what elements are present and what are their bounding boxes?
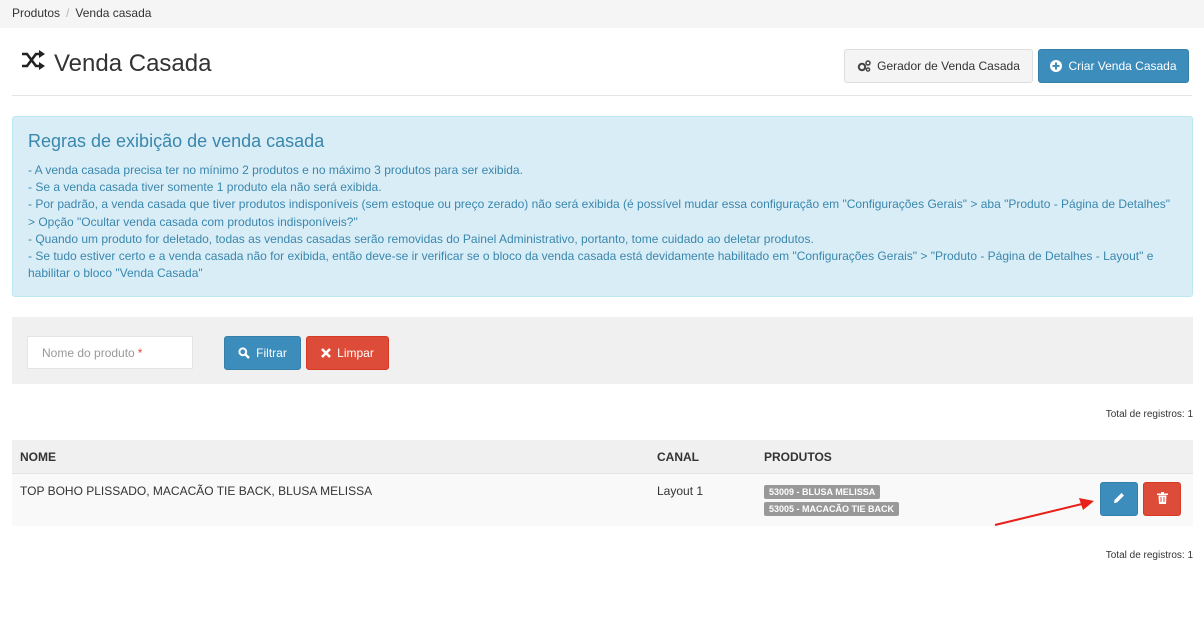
product-label: 53009 - BLUSA MELISSA	[764, 485, 881, 499]
total-records-bottom: Total de registros: 1	[1105, 550, 1193, 561]
breadcrumb: Produtos / Venda casada	[0, 0, 1204, 28]
product-label: 53005 - MACACÃO TIE BACK	[764, 502, 900, 516]
total-records-top: Total de registros: 1	[1105, 409, 1193, 420]
rules-info-line: - Se a venda casada tiver somente 1 prod…	[28, 180, 382, 195]
filter-button[interactable]: Filtrar	[224, 336, 301, 370]
criar-venda-casada-button[interactable]: Criar Venda Casada	[1038, 49, 1189, 83]
column-header-canal: CANAL	[657, 450, 699, 464]
row-produtos: 53009 - BLUSA MELISSA 53005 - MACACÃO TI…	[764, 485, 900, 519]
cogs-icon	[857, 60, 871, 72]
annotation-arrow	[994, 498, 1094, 526]
column-header-produtos: PRODUTOS	[764, 450, 832, 464]
clear-button[interactable]: Limpar	[306, 336, 389, 370]
plus-circle-icon	[1050, 60, 1063, 72]
breadcrumb-separator: /	[66, 6, 70, 20]
gerador-venda-casada-button[interactable]: Gerador de Venda Casada	[844, 49, 1033, 83]
criar-venda-casada-label: Criar Venda Casada	[1068, 59, 1177, 73]
breadcrumb-item-current: Venda casada	[75, 6, 152, 20]
shuffle-icon	[20, 49, 54, 78]
column-header-nome: NOME	[20, 450, 56, 464]
search-icon	[238, 347, 251, 359]
filter-button-label: Filtrar	[256, 346, 287, 360]
product-name-placeholder: Nome do produto	[42, 345, 135, 360]
product-name-input[interactable]: Nome do produto *	[27, 336, 193, 369]
page-title-text: Venda Casada	[54, 49, 212, 77]
rules-info-callout: Regras de exibição de venda casada - A v…	[12, 116, 1193, 297]
rules-info-line: - A venda casada precisa ter no mínimo 2…	[28, 163, 523, 177]
page-title: Venda Casada	[20, 49, 211, 78]
breadcrumb-item-produtos[interactable]: Produtos	[12, 6, 60, 20]
trash-icon	[1156, 491, 1168, 507]
rules-info-line: habilitar o bloco "Venda Casada"	[28, 266, 203, 281]
rules-info-line: - Por padrão, a venda casada que tiver p…	[28, 197, 1171, 212]
clear-button-label: Limpar	[337, 346, 374, 360]
filter-panel: Nome do produto * Filtrar Limpar	[12, 317, 1193, 384]
required-mark: *	[137, 345, 143, 360]
delete-button[interactable]	[1143, 482, 1181, 516]
rules-info-line: > Opção "Ocultar venda casada com produt…	[28, 214, 358, 229]
pencil-icon	[1113, 492, 1125, 507]
table-header: NOME CANAL PRODUTOS	[12, 440, 1193, 473]
times-icon	[321, 348, 332, 358]
gerador-venda-casada-label: Gerador de Venda Casada	[877, 59, 1020, 73]
row-nome: TOP BOHO PLISSADO, MACACÃO TIE BACK, BLU…	[20, 484, 373, 498]
rules-info-line: - Quando um produto for deletado, todas …	[28, 231, 814, 246]
row-canal: Layout 1	[657, 484, 704, 498]
edit-button[interactable]	[1100, 482, 1138, 516]
rules-info-line: - Se tudo estiver certo e a venda casada…	[28, 249, 1154, 264]
rules-info-title: Regras de exibição de venda casada	[28, 131, 325, 151]
